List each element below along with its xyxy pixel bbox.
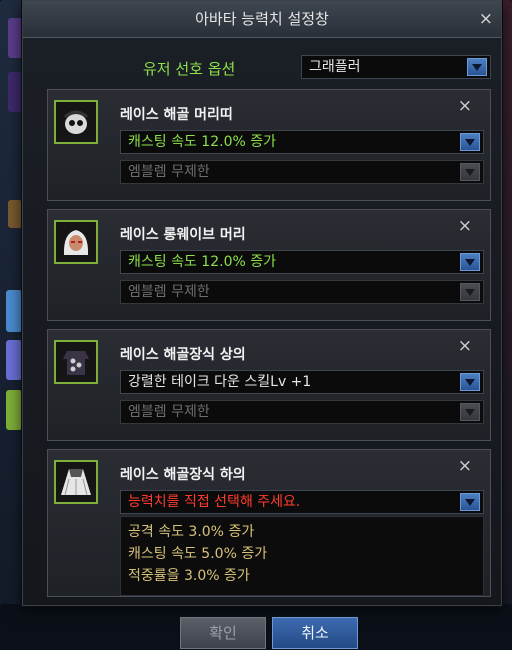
chevron-down-icon[interactable]	[467, 58, 487, 76]
close-icon[interactable]: ×	[458, 216, 472, 236]
avatar-item-panel: 레이스 해골장식 하의 × 능력치를 직접 선택해 주세요. 공격 속도 3.0…	[47, 449, 491, 597]
dropdown-option[interactable]: 공격 속도 3.0% 증가	[121, 521, 483, 543]
dropdown-option[interactable]: 적중률을 3.0% 증가	[121, 565, 483, 587]
chevron-down-icon[interactable]	[460, 373, 480, 391]
item-option-select[interactable]: 강렬한 테이크 다운 스킬Lv +1	[120, 370, 484, 394]
item-option-value: 캐스팅 속도 12.0% 증가	[128, 254, 276, 270]
item-name: 레이스 해골 머리띠	[120, 107, 233, 123]
avatar-item-panel: 레이스 해골장식 상의 × 강렬한 테이크 다운 스킬Lv +1 엠블렘 무제한	[47, 329, 491, 441]
chevron-down-icon	[460, 283, 480, 301]
avatar-item-panel: 레이스 해골 머리띠 × 캐스팅 속도 12.0% 증가 엠블렘 무제한	[47, 89, 491, 201]
emblem-select: 엠블렘 무제한	[120, 280, 484, 304]
skull-headband-icon	[54, 100, 98, 144]
close-icon[interactable]: ×	[458, 336, 472, 356]
chevron-down-icon[interactable]	[460, 253, 480, 271]
chevron-down-icon[interactable]	[460, 133, 480, 151]
item-option-select[interactable]: 능력치를 직접 선택해 주세요.	[120, 490, 484, 514]
skull-bottom-icon	[54, 460, 98, 504]
item-name: 레이스 해골장식 하의	[120, 467, 246, 483]
long-wave-hair-icon	[54, 220, 98, 264]
close-icon[interactable]: ×	[458, 456, 472, 476]
chevron-down-icon	[460, 403, 480, 421]
option-dropdown-list: 공격 속도 3.0% 증가 캐스팅 속도 5.0% 증가 적중률을 3.0% 증…	[120, 516, 484, 596]
cancel-button[interactable]: 취소	[272, 617, 358, 649]
emblem-value: 엠블렘 무제한	[128, 284, 210, 300]
item-option-select[interactable]: 캐스팅 속도 12.0% 증가	[120, 130, 484, 154]
chevron-down-icon[interactable]	[460, 493, 480, 511]
item-option-select[interactable]: 캐스팅 속도 12.0% 증가	[120, 250, 484, 274]
emblem-select: 엠블렘 무제한	[120, 160, 484, 184]
item-option-value: 능력치를 직접 선택해 주세요.	[128, 494, 301, 510]
user-preference-row: 유저 선호 옵션 그래플러	[23, 51, 501, 85]
avatar-stat-settings-window: 아바타 능력치 설정창 × 유저 선호 옵션 그래플러 레이스 해골 머리띠 ×…	[22, 0, 502, 606]
item-option-value: 캐스팅 속도 12.0% 증가	[128, 134, 276, 150]
chevron-down-icon	[460, 163, 480, 181]
item-name: 레이스 해골장식 상의	[120, 347, 246, 363]
emblem-value: 엠블렘 무제한	[128, 404, 210, 420]
user-preference-select[interactable]: 그래플러	[301, 55, 491, 79]
avatar-item-panel: 레이스 롱웨이브 머리 × 캐스팅 속도 12.0% 증가 엠블렘 무제한	[47, 209, 491, 321]
dropdown-option[interactable]: 캐스팅 속도 5.0% 증가	[121, 543, 483, 565]
item-name: 레이스 롱웨이브 머리	[120, 227, 246, 243]
title-bar: 아바타 능력치 설정창 ×	[23, 1, 501, 38]
item-option-value: 강렬한 테이크 다운 스킬Lv +1	[128, 374, 312, 390]
emblem-value: 엠블렘 무제한	[128, 164, 210, 180]
user-preference-value: 그래플러	[309, 59, 361, 75]
confirm-button[interactable]: 확인	[180, 617, 266, 649]
user-preference-label: 유저 선호 옵션	[143, 60, 236, 78]
skull-top-icon	[54, 340, 98, 384]
window-title: 아바타 능력치 설정창	[195, 10, 329, 28]
close-icon[interactable]: ×	[479, 1, 493, 37]
close-icon[interactable]: ×	[458, 96, 472, 116]
emblem-select: 엠블렘 무제한	[120, 400, 484, 424]
